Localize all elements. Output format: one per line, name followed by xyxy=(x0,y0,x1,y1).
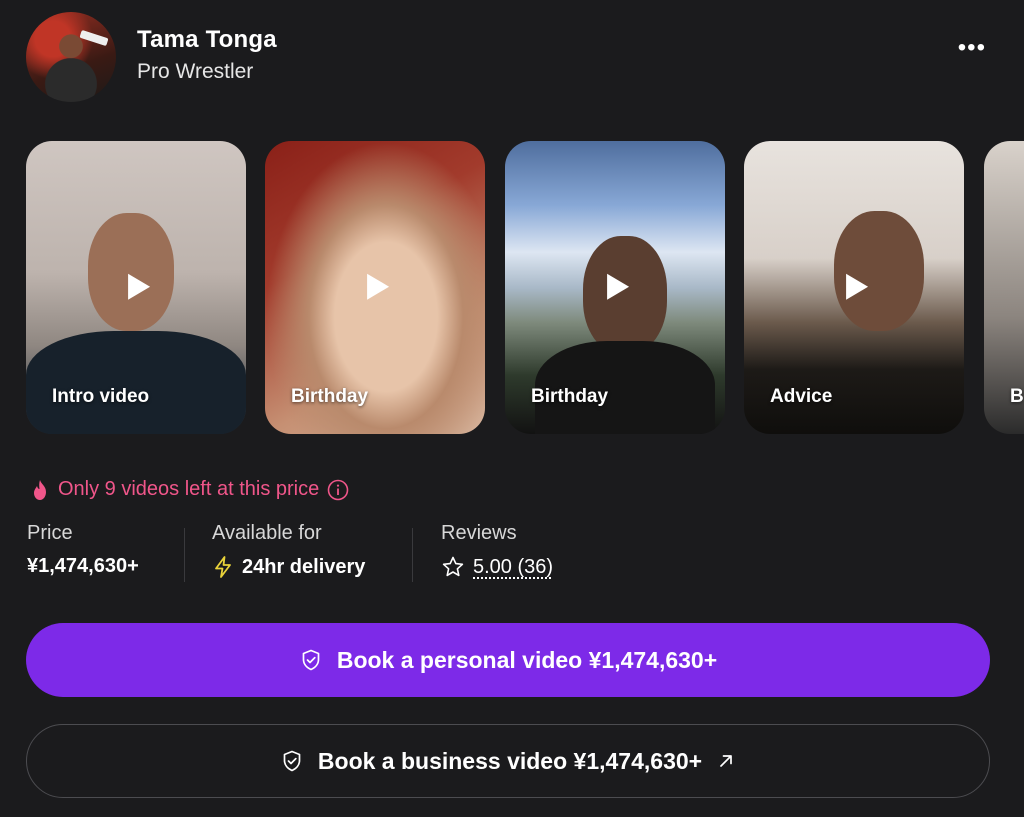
reviews-label: Reviews xyxy=(441,522,517,544)
availability-stat: Available for 24hr delivery xyxy=(212,522,365,579)
stat-divider xyxy=(184,528,185,582)
video-thumbnail-subject xyxy=(88,213,174,331)
book-business-video-button[interactable]: Book a business video ¥1,474,630+ xyxy=(26,724,990,798)
book-business-label: Book a business video ¥1,474,630+ xyxy=(317,747,703,774)
video-caption: Birthday xyxy=(531,386,609,407)
price-label: Price xyxy=(27,522,73,544)
star-icon xyxy=(442,556,464,577)
more-options-icon[interactable]: ••• xyxy=(958,34,986,62)
stats-row: Price ¥1,474,630+ Available for 24hr del… xyxy=(27,522,627,582)
shield-check-icon xyxy=(283,750,301,772)
video-thumbnail-body xyxy=(26,331,246,434)
play-icon xyxy=(128,273,151,300)
video-caption: Birthday xyxy=(291,386,369,407)
price-value: ¥1,474,630+ xyxy=(27,555,139,577)
video-tile[interactable]: Birthday xyxy=(505,141,725,434)
reviews-link[interactable]: 5.00 (36) xyxy=(473,556,553,579)
celebrity-title: Pro Wrestler xyxy=(137,60,254,83)
video-caption: Advice xyxy=(770,386,833,407)
avatar[interactable] xyxy=(26,12,116,102)
price-stat: Price ¥1,474,630+ xyxy=(27,522,139,578)
lightning-icon xyxy=(215,556,231,578)
shield-check-icon xyxy=(302,649,320,671)
scarcity-notice: Only 9 videos left at this price xyxy=(30,478,349,501)
availability-value: 24hr delivery xyxy=(242,555,366,578)
celebrity-name: Tama Tonga xyxy=(137,26,277,53)
video-thumbnail-subject xyxy=(834,211,924,331)
video-tile[interactable]: B xyxy=(984,141,1024,434)
video-tile[interactable]: Advice xyxy=(744,141,964,434)
stat-divider xyxy=(412,528,413,582)
profile-header: Tama Tonga Pro Wrestler xyxy=(26,12,1024,102)
external-link-arrow-icon xyxy=(720,755,732,767)
book-personal-label: Book a personal video ¥1,474,630+ xyxy=(336,646,718,673)
video-tile[interactable]: Birthday xyxy=(265,141,485,434)
video-caption: Intro video xyxy=(52,386,150,407)
play-icon xyxy=(607,273,630,300)
play-icon xyxy=(846,273,869,300)
book-personal-video-button[interactable]: Book a personal video ¥1,474,630+ xyxy=(26,623,990,697)
scarcity-text: Only 9 videos left at this price xyxy=(58,478,320,500)
video-caption: B xyxy=(1010,386,1024,407)
play-icon xyxy=(367,273,390,300)
availability-label: Available for xyxy=(212,522,322,544)
reviews-stat: Reviews 5.00 (36) xyxy=(441,522,553,579)
video-carousel[interactable]: Intro video Birthday Birthday Advice B xyxy=(26,141,1024,435)
flame-icon xyxy=(34,479,46,500)
info-icon[interactable] xyxy=(327,479,349,501)
video-tile[interactable]: Intro video xyxy=(26,141,246,434)
avatar-banner xyxy=(79,29,109,47)
